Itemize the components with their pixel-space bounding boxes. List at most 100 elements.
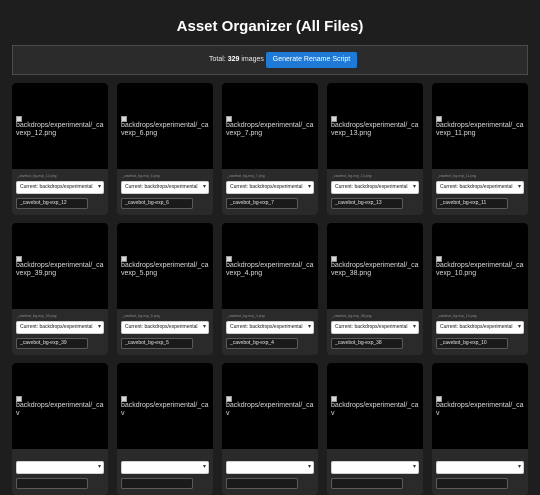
folder-select[interactable]: Current: backdrops/experimental ▾ [331,321,419,334]
new-name-input[interactable] [121,478,193,489]
chevron-down-icon: ▾ [97,324,101,330]
folder-select[interactable]: Current: backdrops/experimental ▾ [121,321,209,334]
folder-select[interactable]: ▾ [226,461,314,474]
asset-thumbnail[interactable]: backdrops/experimental/_cavexp_6.png [117,83,213,169]
file-caption: _cavebot_bg-exp_38.png [332,314,372,318]
file-caption: _cavebot_bg-exp_7.png [227,174,265,178]
folder-select-value: Current: backdrops/experimental [20,324,93,330]
image-alt-text: backdrops/experimental/_cav [121,402,209,417]
folder-select[interactable]: Current: backdrops/experimental ▾ [226,321,314,334]
total-count-text: Total: 329 images [209,56,264,63]
folder-select[interactable]: ▾ [331,461,419,474]
new-name-input[interactable]: _cavebot_bg-exp_4 [226,338,298,349]
file-caption: _cavebot_bg-exp_13.png [332,174,372,178]
new-name-input[interactable] [16,478,88,489]
asset-thumbnail[interactable]: backdrops/experimental/_cavexp_4.png [222,223,318,309]
asset-card: backdrops/experimental/_cav ▾ [222,363,318,495]
total-suffix: images [241,56,264,63]
folder-select[interactable]: Current: backdrops/experimental ▾ [121,181,209,194]
asset-thumbnail[interactable]: backdrops/experimental/_cav [222,363,318,449]
folder-select[interactable]: Current: backdrops/experimental ▾ [16,321,104,334]
asset-thumbnail[interactable]: backdrops/experimental/_cavexp_38.png [327,223,423,309]
folder-select[interactable]: ▾ [436,461,524,474]
asset-thumbnail[interactable]: backdrops/experimental/_cavexp_5.png [117,223,213,309]
chevron-down-icon: ▾ [307,464,311,470]
image-alt-text: backdrops/experimental/_cav [436,402,524,417]
folder-select-value: Current: backdrops/experimental [230,324,303,330]
new-name-input[interactable]: _cavebot_bg-exp_5 [121,338,193,349]
new-name-input[interactable]: _cavebot_bg-exp_39 [16,338,88,349]
image-alt-text: backdrops/experimental/_cavexp_5.png [121,262,209,277]
folder-select[interactable]: Current: backdrops/experimental ▾ [331,181,419,194]
asset-card: backdrops/experimental/_cavexp_12.png _c… [12,83,108,215]
new-name-input[interactable]: _cavebot_bg-exp_11 [436,198,508,209]
folder-select[interactable]: ▾ [16,461,104,474]
asset-card: backdrops/experimental/_cavexp_39.png _c… [12,223,108,355]
folder-select-value: Current: backdrops/experimental [20,184,93,190]
asset-card: backdrops/experimental/_cavexp_38.png _c… [327,223,423,355]
chevron-down-icon: ▾ [517,184,521,190]
chevron-down-icon: ▾ [517,324,521,330]
image-alt-text: backdrops/experimental/_cavexp_39.png [16,262,104,277]
asset-card: backdrops/experimental/_cavexp_10.png _c… [432,223,528,355]
new-name-input[interactable] [226,478,298,489]
folder-select-value: Current: backdrops/experimental [230,184,303,190]
asset-thumbnail[interactable]: backdrops/experimental/_cav [117,363,213,449]
asset-thumbnail[interactable]: backdrops/experimental/_cavexp_39.png [12,223,108,309]
folder-select[interactable]: ▾ [121,461,209,474]
chevron-down-icon: ▾ [412,464,416,470]
file-caption: _cavebot_bg-exp_4.png [227,314,265,318]
asset-card: backdrops/experimental/_cav ▾ [327,363,423,495]
total-count: 329 [227,56,240,63]
image-alt-text: backdrops/experimental/_cavexp_13.png [331,122,419,137]
folder-select-value: Current: backdrops/experimental [335,324,408,330]
image-alt-text: backdrops/experimental/_cavexp_12.png [16,122,104,137]
new-name-input[interactable]: _cavebot_bg-exp_38 [331,338,403,349]
image-alt-text: backdrops/experimental/_cavexp_6.png [121,122,209,137]
file-caption: _cavebot_bg-exp_6.png [122,174,160,178]
new-name-input[interactable]: _cavebot_bg-exp_6 [121,198,193,209]
asset-card: backdrops/experimental/_cavexp_5.png _ca… [117,223,213,355]
asset-thumbnail[interactable]: backdrops/experimental/_cavexp_13.png [327,83,423,169]
image-alt-text: backdrops/experimental/_cavexp_7.png [226,122,314,137]
new-name-input[interactable]: _cavebot_bg-exp_13 [331,198,403,209]
page-title: Asset Organizer (All Files) [176,18,364,35]
image-alt-text: backdrops/experimental/_cavexp_11.png [436,122,524,137]
chevron-down-icon: ▾ [202,184,206,190]
new-name-input[interactable]: _cavebot_bg-exp_7 [226,198,298,209]
folder-select[interactable]: Current: backdrops/experimental ▾ [16,181,104,194]
asset-thumbnail[interactable]: backdrops/experimental/_cavexp_12.png [12,83,108,169]
new-name-input[interactable]: _cavebot_bg-exp_12 [16,198,88,209]
image-alt-text: backdrops/experimental/_cavexp_10.png [436,262,524,277]
asset-card: backdrops/experimental/_cavexp_6.png _ca… [117,83,213,215]
folder-select[interactable]: Current: backdrops/experimental ▾ [436,181,524,194]
new-name-input[interactable] [331,478,403,489]
chevron-down-icon: ▾ [97,184,101,190]
new-name-input[interactable]: _cavebot_bg-exp_10 [436,338,508,349]
file-caption: _cavebot_bg-exp_12.png [17,174,57,178]
asset-card: backdrops/experimental/_cav ▾ [432,363,528,495]
chevron-down-icon: ▾ [307,184,311,190]
asset-thumbnail[interactable]: backdrops/experimental/_cavexp_10.png [432,223,528,309]
folder-select-value: Current: backdrops/experimental [440,184,513,190]
chevron-down-icon: ▾ [202,464,206,470]
file-caption: _cavebot_bg-exp_10.png [437,314,477,318]
chevron-down-icon: ▾ [412,324,416,330]
folder-select-value: Current: backdrops/experimental [335,184,408,190]
asset-card: backdrops/experimental/_cavexp_13.png _c… [327,83,423,215]
generate-rename-script-button[interactable]: Generate Rename Script [266,52,357,68]
folder-select-value: Current: backdrops/experimental [125,184,198,190]
asset-thumbnail[interactable]: backdrops/experimental/_cav [432,363,528,449]
asset-thumbnail[interactable]: backdrops/experimental/_cav [327,363,423,449]
folder-select[interactable]: Current: backdrops/experimental ▾ [226,181,314,194]
asset-card: backdrops/experimental/_cavexp_11.png _c… [432,83,528,215]
chevron-down-icon: ▾ [97,464,101,470]
chevron-down-icon: ▾ [412,184,416,190]
file-caption: _cavebot_bg-exp_11.png [437,174,477,178]
folder-select[interactable]: Current: backdrops/experimental ▾ [436,321,524,334]
new-name-input[interactable] [436,478,508,489]
chevron-down-icon: ▾ [307,324,311,330]
asset-thumbnail[interactable]: backdrops/experimental/_cavexp_7.png [222,83,318,169]
asset-thumbnail[interactable]: backdrops/experimental/_cavexp_11.png [432,83,528,169]
asset-thumbnail[interactable]: backdrops/experimental/_cav [12,363,108,449]
